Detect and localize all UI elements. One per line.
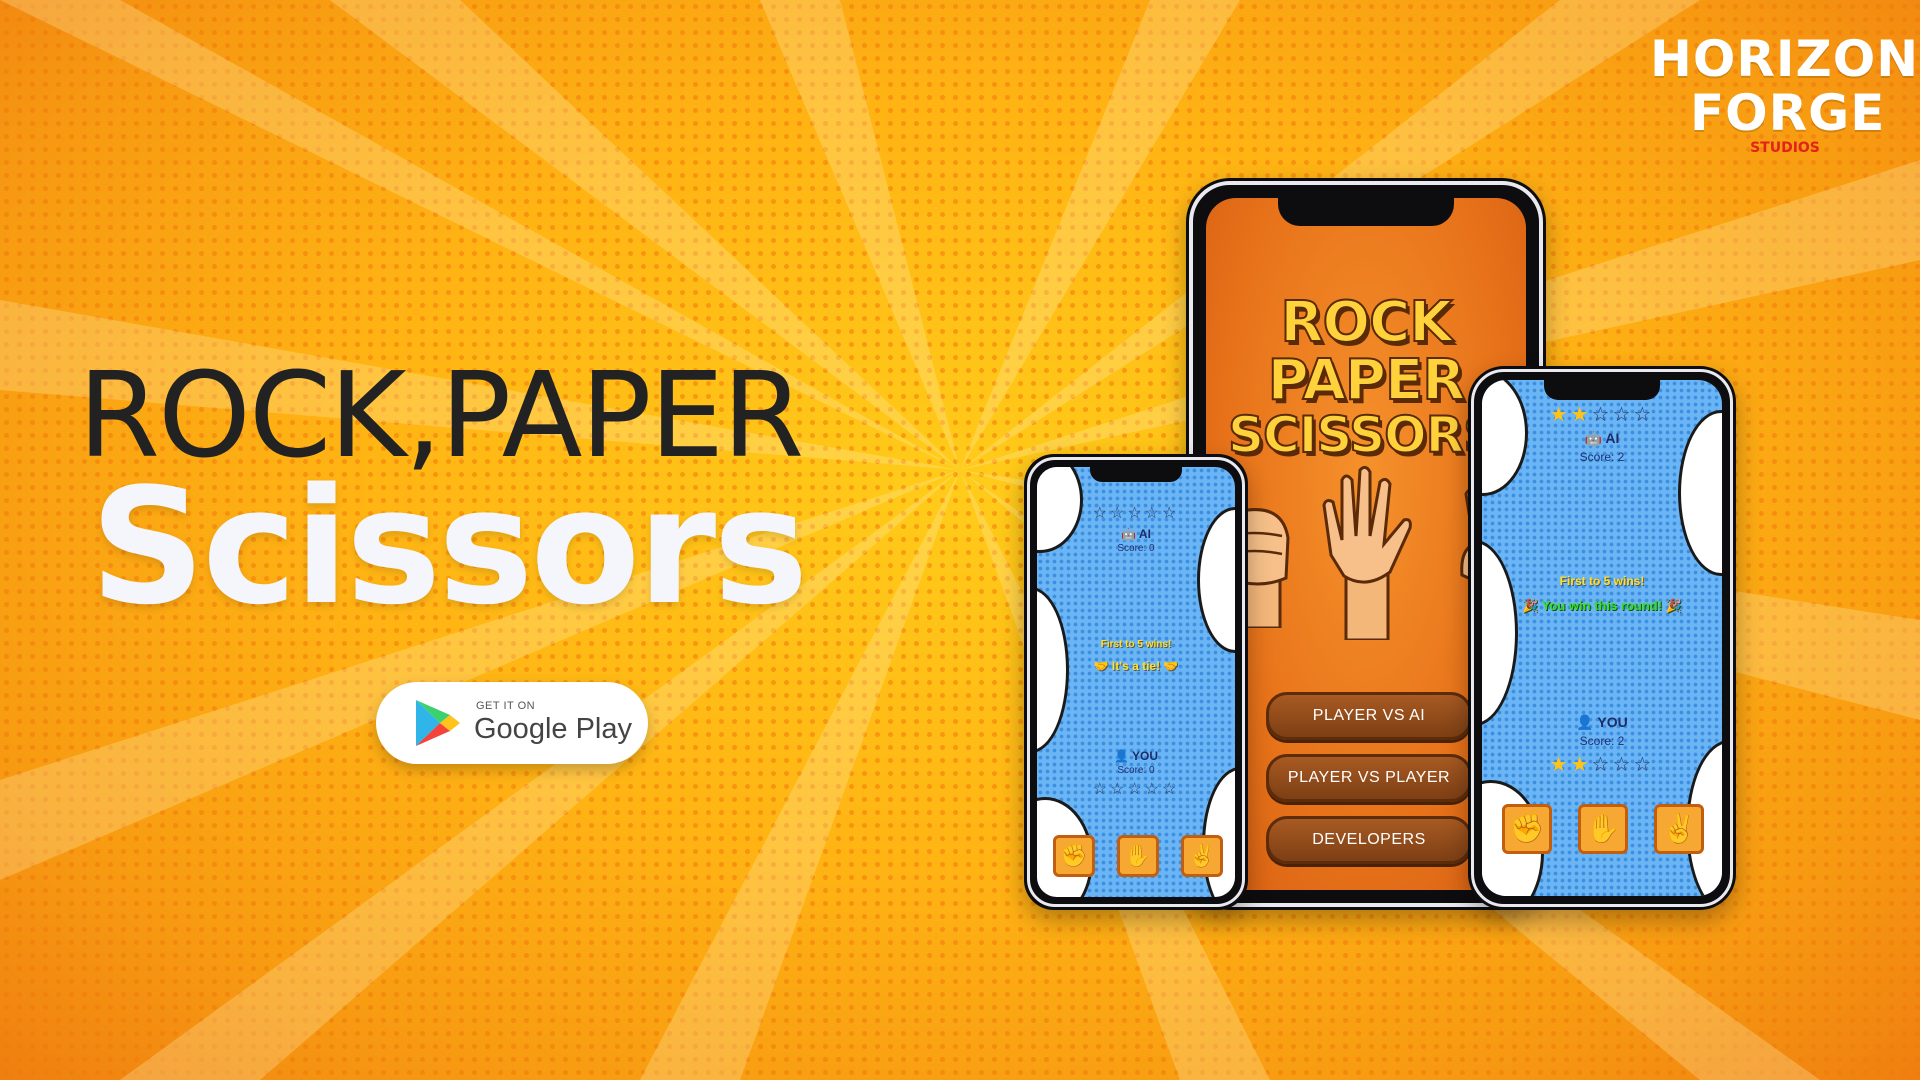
scissors-button[interactable]: ✌: [1654, 804, 1704, 854]
headline-line-2: Scissors: [90, 453, 808, 640]
player-vs-ai-button[interactable]: PLAYER VS AI: [1266, 692, 1472, 740]
you-score: Score: 0: [1117, 765, 1155, 776]
ai-score: Score: 0: [1117, 543, 1155, 554]
round-result: 🤝 It's a tie! 🤝: [1093, 659, 1179, 673]
player-vs-player-button[interactable]: PLAYER VS PLAYER: [1266, 754, 1472, 802]
phone-notch: [1278, 194, 1454, 226]
scissors-button[interactable]: ✌: [1181, 835, 1223, 877]
badge-big-text: Google Play: [474, 713, 632, 745]
ai-stars: ☆☆☆☆☆: [1092, 505, 1180, 522]
you-label: 👤 YOU: [1576, 714, 1628, 730]
paper-hand-icon: [1322, 465, 1412, 640]
developers-button[interactable]: DEVELOPERS: [1266, 816, 1472, 864]
google-play-badge[interactable]: GET IT ON Google Play: [376, 682, 648, 764]
ai-label: 🤖 AI: [1584, 430, 1620, 446]
title-rock: ROCK: [1279, 289, 1453, 356]
right-game-screen: ★★☆☆☆ 🤖 AI Score: 2 First to 5 wins! 🎉 Y…: [1482, 380, 1722, 896]
paper-button[interactable]: ✋: [1117, 835, 1159, 877]
rock-button[interactable]: ✊: [1053, 835, 1095, 877]
rock-button[interactable]: ✊: [1502, 804, 1552, 854]
you-label: 👤 YOU: [1113, 749, 1159, 763]
logo-line-2: FORGE: [1690, 84, 1886, 142]
ai-score: Score: 2: [1579, 450, 1625, 464]
you-score: Score: 2: [1579, 734, 1625, 748]
google-play-icon: [416, 700, 460, 746]
ai-stars: ★★☆☆☆: [1549, 404, 1655, 426]
studio-logo: HORIZON FORGE STUDIOS: [1650, 30, 1920, 156]
logo-line-1: HORIZON: [1650, 30, 1920, 88]
rule-text: First to 5 wins!: [1100, 639, 1172, 650]
round-result: 🎉 You win this round! 🎉: [1522, 598, 1682, 613]
rule-text: First to 5 wins!: [1559, 574, 1645, 588]
right-phone: ★★☆☆☆ 🤖 AI Score: 2 First to 5 wins! 🎉 Y…: [1468, 366, 1736, 910]
you-stars: ★★☆☆☆: [1549, 754, 1655, 776]
phone-notch: [1544, 378, 1660, 400]
phone-notch: [1090, 464, 1182, 482]
you-stars: ☆☆☆☆☆: [1092, 781, 1180, 798]
left-phone: ☆☆☆☆☆ 🤖 AI Score: 0 First to 5 wins! 🤝 I…: [1024, 454, 1248, 910]
badge-small-text: GET IT ON: [476, 700, 536, 712]
paper-button[interactable]: ✋: [1578, 804, 1628, 854]
logo-line-3: STUDIOS: [1750, 140, 1820, 156]
ai-label: 🤖 AI: [1121, 527, 1151, 541]
left-game-screen: ☆☆☆☆☆ 🤖 AI Score: 0 First to 5 wins! 🤝 I…: [1037, 467, 1235, 897]
